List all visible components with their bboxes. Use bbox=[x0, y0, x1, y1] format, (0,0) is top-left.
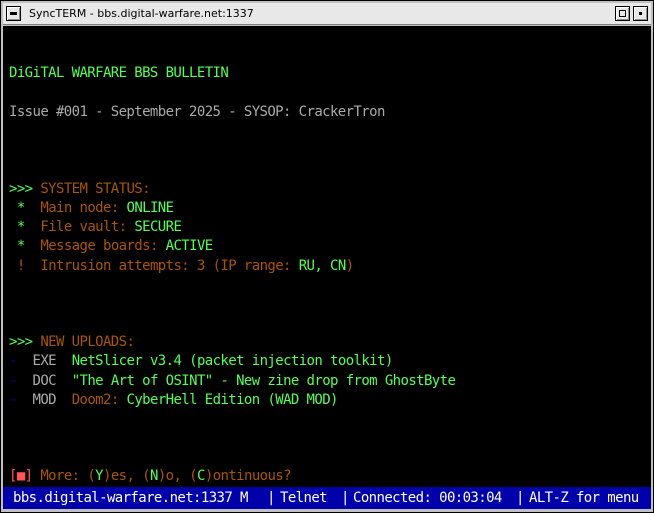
continuous-label: )ontinuous? bbox=[204, 468, 292, 484]
status-bar: bbs.digital-warfare.net:1337 M | Telnet … bbox=[3, 487, 651, 509]
title-bar[interactable]: SyncTERM - bbs.digital-warfare.net:1337 bbox=[3, 3, 651, 25]
more-box: [■] bbox=[9, 468, 33, 484]
status-protocol: Telnet bbox=[280, 490, 328, 506]
warning-bullet: ! bbox=[16, 258, 25, 274]
status-item: * Message boards: ACTIVE bbox=[9, 237, 213, 256]
status-label: Main node: bbox=[40, 200, 127, 216]
paren: ( bbox=[189, 468, 198, 484]
status-separator: | bbox=[267, 490, 275, 506]
window-title: SyncTERM - bbs.digital-warfare.net:1337 bbox=[29, 7, 254, 20]
file-title: "The Art of OSINT" - New zine drop from … bbox=[71, 373, 456, 389]
upload-item: - EXE NetSlicer v3.4 (packet injection t… bbox=[9, 352, 393, 371]
syncterm-window: SyncTERM - bbs.digital-warfare.net:1337 … bbox=[0, 0, 654, 513]
status-suffix: ) bbox=[345, 258, 354, 274]
minimize-icon[interactable] bbox=[615, 6, 630, 21]
no-key[interactable]: N bbox=[150, 468, 158, 484]
more-label: More: bbox=[32, 468, 88, 484]
paren: ( bbox=[142, 468, 150, 484]
status-separator: | bbox=[341, 490, 349, 506]
status-value: SECURE bbox=[134, 219, 182, 235]
file-title-prefix: Doom2: bbox=[71, 392, 127, 408]
status-item-warning: ! Intrusion attempts: 3 (IP range: RU, C… bbox=[9, 257, 354, 276]
close-icon[interactable] bbox=[6, 6, 21, 21]
status-host: bbs.digital-warfare.net:1337 M bbox=[13, 490, 248, 506]
file-title: NetSlicer v3.4 (packet injection toolkit… bbox=[71, 353, 394, 369]
file-type: DOC bbox=[32, 373, 57, 389]
file-type: EXE bbox=[32, 353, 57, 369]
status-value: ACTIVE bbox=[165, 238, 214, 254]
prompt-arrows: >>> bbox=[9, 181, 33, 197]
status-value: RU, CN bbox=[298, 258, 347, 274]
status-connected: Connected: 00:03:04 bbox=[353, 490, 502, 506]
yes-label: )es, bbox=[103, 468, 143, 484]
dash: - bbox=[9, 373, 17, 389]
upload-item: - MOD Doom2: CyberHell Edition (WAD MOD) bbox=[9, 391, 338, 410]
yes-key[interactable]: Y bbox=[95, 468, 103, 484]
bullet: * bbox=[16, 219, 25, 235]
section-heading: SYSTEM STATUS: bbox=[40, 181, 150, 197]
no-label: )o, bbox=[157, 468, 190, 484]
status-label: File vault: bbox=[40, 219, 135, 235]
more-prompt[interactable]: [■] More: (Y)es, (N)o, (C)ontinuous? bbox=[9, 467, 292, 486]
bulletin-header: DiGiTAL WARFARE BBS BULLETIN bbox=[9, 65, 229, 81]
status-separator: | bbox=[516, 490, 524, 506]
status-value: ONLINE bbox=[126, 200, 174, 216]
status-item: * Main node: ONLINE bbox=[9, 199, 174, 218]
bullet: * bbox=[16, 238, 25, 254]
uploads-heading: >>> NEW UPLOADS: bbox=[9, 333, 135, 352]
status-item: * File vault: SECURE bbox=[9, 218, 182, 237]
paren: ( bbox=[87, 468, 96, 484]
bullet: * bbox=[16, 200, 25, 216]
status-label: Message boards: bbox=[40, 238, 166, 254]
terminal-screen[interactable]: DiGiTAL WARFARE BBS BULLETIN Issue #001 … bbox=[3, 26, 651, 487]
file-title: CyberHell Edition (WAD MOD) bbox=[126, 392, 339, 408]
system-status-heading: >>> SYSTEM STATUS: bbox=[9, 180, 151, 199]
status-help: ALT-Z for menu bbox=[529, 490, 639, 506]
dash: - bbox=[9, 392, 17, 408]
maximize-icon[interactable] bbox=[633, 6, 648, 21]
file-type: MOD bbox=[32, 392, 57, 408]
dash: - bbox=[9, 353, 17, 369]
upload-item: - DOC "The Art of OSINT" - New zine drop… bbox=[9, 372, 456, 391]
prompt-arrows: >>> bbox=[9, 334, 33, 350]
issue-line: Issue #001 - September 2025 - SYSOP: Cra… bbox=[9, 104, 385, 120]
status-label: Intrusion attempts: 3 (IP range: bbox=[40, 258, 299, 274]
section-heading: NEW UPLOADS: bbox=[40, 334, 135, 350]
continuous-key[interactable]: C bbox=[197, 468, 205, 484]
